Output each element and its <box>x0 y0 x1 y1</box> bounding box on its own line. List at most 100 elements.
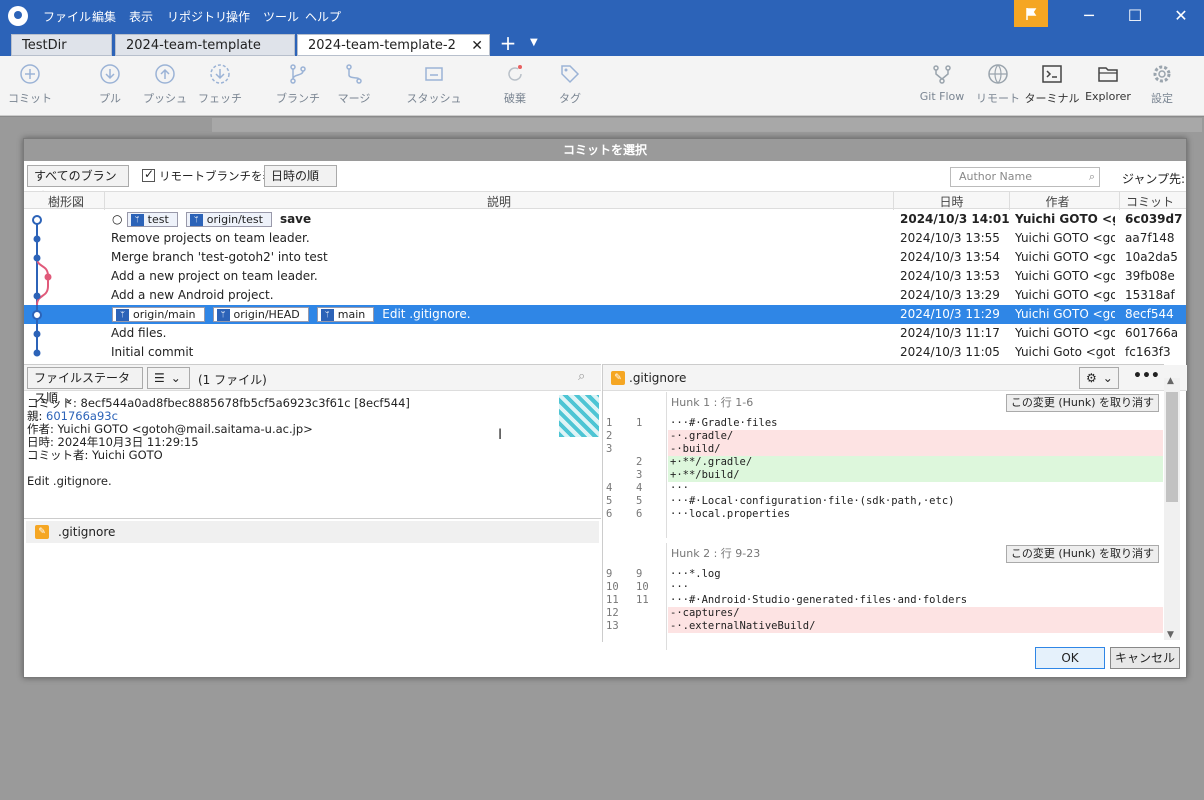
add-tab-icon[interactable]: + <box>498 32 518 56</box>
avatar <box>559 395 599 437</box>
tab-label: 2024-team-template <box>126 38 261 53</box>
branch-name: main <box>337 308 366 321</box>
committer-line: コミット者: Yuichi GOTO <box>27 448 163 462</box>
search-icon[interactable]: ⌕ <box>578 369 585 384</box>
remote-label: リモート <box>976 92 1020 105</box>
commit-hash: aa7f148 <box>1125 231 1175 245</box>
show-remote-checkbox[interactable] <box>142 167 155 182</box>
line-number: 3 <box>606 443 613 455</box>
line-number: 6 <box>636 508 643 520</box>
diff-line: 3 -·build/ <box>603 443 1163 456</box>
push-button[interactable]: プッシュ <box>135 62 195 106</box>
diff-filename: .gitignore <box>629 371 687 385</box>
settings-label: 設定 <box>1151 92 1173 105</box>
text-cursor-icon: I <box>498 427 503 443</box>
author-search-input[interactable]: Author Name ⌕ <box>950 167 1100 187</box>
scroll-down-icon[interactable]: ▼ <box>1167 630 1174 640</box>
line-number: 4 <box>636 482 643 494</box>
pull-button[interactable]: プル <box>80 62 140 106</box>
menu-view[interactable]: 表示 <box>129 8 153 25</box>
commit-message: Add a new Android project. <box>111 288 274 302</box>
commit-row[interactable]: ○ ᛘ test ᛘ origin/test save 2024/10/3 14:01 Yu… <box>24 210 1186 229</box>
branch-filter-dropdown[interactable]: すべてのブランチ <box>27 165 129 203</box>
commit-description: Remove projects on team leader. <box>111 229 891 248</box>
discard-button[interactable]: 破棄 <box>485 62 545 106</box>
remote-button[interactable]: リモート <box>968 62 1028 106</box>
branch-button[interactable]: ブランチ <box>268 62 328 106</box>
branch-label: ᛘ test <box>126 212 178 227</box>
terminal-button[interactable]: ターミナル <box>1022 62 1082 106</box>
diff-line: 1 1 ···#·Gradle·files <box>603 417 1163 430</box>
line-number: 10 <box>606 581 619 593</box>
commit-row[interactable]: Add a new Android project. 2024/10/3 13:2… <box>24 286 1186 305</box>
col-commit[interactable]: コミット <box>1120 193 1180 210</box>
diff-scrollbar[interactable]: ▲ ▼ <box>1164 376 1180 640</box>
tag-label: タグ <box>559 92 581 105</box>
close-window-button[interactable]: ✕ <box>1158 4 1204 28</box>
diff-line: 9 9 ···*.log <box>603 568 1163 581</box>
parent-hash-link[interactable]: 601766a93c <box>46 409 118 423</box>
menu-file[interactable]: ファイル <box>43 8 91 25</box>
cancel-button[interactable]: キャンセル <box>1110 647 1180 669</box>
diff-line-text: ···*.log <box>670 568 721 580</box>
menu-repository[interactable]: リポジトリ <box>167 8 227 25</box>
tag-button[interactable]: タグ <box>540 62 600 106</box>
col-description[interactable]: 説明 <box>105 193 893 210</box>
menu-actions[interactable]: 操作 <box>226 8 250 25</box>
commit-hash: 601766a <box>1125 326 1179 340</box>
col-graph[interactable]: 樹形図 <box>46 193 86 210</box>
line-number: 11 <box>636 594 649 606</box>
discard-hunk-button[interactable]: この変更 (Hunk) を取り消す <box>1005 545 1159 563</box>
maximize-button[interactable]: ☐ <box>1112 4 1158 28</box>
line-number: 1 <box>636 417 643 429</box>
author-placeholder: Author Name <box>959 170 1032 183</box>
commit-description: Add a new Android project. <box>111 286 891 305</box>
stash-button[interactable]: スタッシュ <box>404 62 464 106</box>
menu-tools[interactable]: ツール <box>263 8 299 25</box>
discard-hunk-button[interactable]: この変更 (Hunk) を取り消す <box>1005 394 1159 412</box>
commit-message: Merge branch 'test-gotoh2' into test <box>111 250 328 264</box>
tab-2024-team-template[interactable]: 2024-team-template <box>115 34 295 56</box>
minimize-button[interactable]: ─ <box>1066 4 1112 28</box>
commit-hash: 39fb08e <box>1125 269 1175 283</box>
sort-dropdown[interactable]: 日時の順 <box>264 165 337 187</box>
tab-testdir[interactable]: TestDir <box>11 34 112 56</box>
scroll-thumb[interactable] <box>1166 392 1178 502</box>
file-row[interactable]: ✎ .gitignore <box>26 521 599 543</box>
ok-button[interactable]: OK <box>1035 647 1105 669</box>
fetch-button[interactable]: フェッチ <box>190 62 250 106</box>
diff-options-dropdown[interactable]: ⚙ <box>1079 367 1119 389</box>
col-author[interactable]: 作者 <box>1010 193 1105 210</box>
push-label: プッシュ <box>143 92 187 105</box>
settings-button[interactable]: 設定 <box>1132 62 1192 106</box>
diff-line-text: -·build/ <box>668 443 1163 456</box>
close-tab-icon[interactable]: ✕ <box>471 35 483 57</box>
col-date[interactable]: 日時 <box>894 193 1009 210</box>
branch-icon: ᛘ <box>116 309 129 321</box>
more-options-icon[interactable]: ••• <box>1133 368 1160 384</box>
line-number: 9 <box>606 568 613 580</box>
line-number: 13 <box>606 620 619 632</box>
tab-2024-team-template-2[interactable]: 2024-team-template-2 ✕ <box>297 34 490 56</box>
flag-icon[interactable] <box>1014 0 1048 27</box>
menu-edit[interactable]: 編集 <box>92 8 116 25</box>
commit-row[interactable]: ᛘ origin/main ᛘ origin/HEAD ᛘ main Edit .gitig… <box>24 305 1186 324</box>
file-sort-dropdown[interactable]: ファイルステータス順 <box>27 367 143 405</box>
commit-row[interactable]: Initial commit 2024/10/3 11:05 Yuichi Goto… <box>24 343 1186 362</box>
tab-list-chevron-icon[interactable]: ▼ <box>530 37 538 48</box>
commit-row[interactable]: Add files. 2024/10/3 11:17 Yuichi GOTO <go… <box>24 324 1186 343</box>
gitflow-icon <box>933 65 951 84</box>
commit-button[interactable]: コミット <box>0 62 60 106</box>
merge-button[interactable]: マージ <box>324 62 384 106</box>
view-mode-dropdown[interactable]: ☰ <box>147 367 190 389</box>
commit-icon <box>20 64 40 84</box>
gitflow-button[interactable]: Git Flow <box>912 62 972 103</box>
scroll-up-icon[interactable]: ▲ <box>1167 376 1174 386</box>
commit-row[interactable]: Merge branch 'test-gotoh2' into test 2024… <box>24 248 1186 267</box>
diff-line-text: +·**/build/ <box>668 469 1163 482</box>
commit-row[interactable]: Add a new project on team leader. 2024/10… <box>24 267 1186 286</box>
parent-label: 親: <box>27 409 47 423</box>
menu-help[interactable]: ヘルプ <box>305 8 341 25</box>
explorer-button[interactable]: Explorer <box>1078 62 1138 103</box>
commit-row[interactable]: Remove projects on team leader. 2024/10/3… <box>24 229 1186 248</box>
